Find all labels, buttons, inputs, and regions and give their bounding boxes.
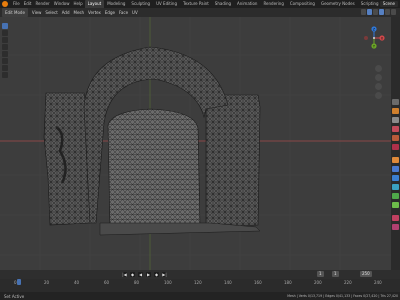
- camera-view-icon[interactable]: [375, 83, 382, 90]
- tab-geometry-nodes[interactable]: Geometry Nodes: [318, 0, 358, 8]
- constraint-properties-icon[interactable]: [392, 193, 399, 199]
- tab-uv-editing[interactable]: UV Editing: [153, 0, 180, 8]
- output-properties-icon[interactable]: [392, 117, 399, 123]
- physics-properties-icon[interactable]: [392, 184, 399, 190]
- tab-texture-paint[interactable]: Texture Paint: [180, 0, 212, 8]
- cursor-tool-icon[interactable]: [2, 30, 8, 36]
- scene-selector[interactable]: Scene: [379, 1, 398, 7]
- menu-window[interactable]: Window: [52, 0, 72, 8]
- menu-select[interactable]: Select: [43, 8, 59, 17]
- texture-properties-icon[interactable]: [392, 224, 399, 230]
- end-frame-field[interactable]: 250: [360, 271, 372, 277]
- mode-selector[interactable]: Edit Mode: [2, 8, 28, 17]
- playhead[interactable]: [17, 279, 21, 285]
- status-bar: Set Active Mesh | Verts 0/13,719 | Edges…: [0, 292, 400, 300]
- menu-file[interactable]: File: [11, 0, 22, 8]
- data-properties-icon[interactable]: [392, 202, 399, 208]
- menu-uv[interactable]: UV: [130, 8, 140, 17]
- timeline-ruler[interactable]: 0 20 40 60 80 100 120 140 160 180 200 220 240: [0, 279, 400, 292]
- timeline-panel: |◀ ◆ ◀ ▶ ◆ ▶| 1 1 250 0 20 40 60 80 100 120 140…: [0, 270, 400, 292]
- pan-hand-icon[interactable]: [375, 74, 382, 81]
- ruler-tick-label: 140: [224, 280, 232, 285]
- blender-logo-icon[interactable]: [2, 1, 8, 7]
- viewport-grid: [0, 17, 400, 270]
- menu-render[interactable]: Render: [33, 0, 51, 8]
- scale-tool-icon[interactable]: [2, 51, 8, 57]
- view-navigation: [375, 65, 382, 99]
- ruler-tick-label: 220: [344, 280, 352, 285]
- menu-help[interactable]: Help: [71, 0, 84, 8]
- play-icon[interactable]: ▶: [146, 272, 151, 277]
- tab-sculpting[interactable]: Sculpting: [128, 0, 153, 8]
- tab-shading[interactable]: Shading: [212, 0, 234, 8]
- menu-mesh[interactable]: Mesh: [72, 8, 87, 17]
- status-hint: Set Active: [4, 293, 25, 299]
- arch-mesh[interactable]: [43, 46, 261, 236]
- properties-tab-column: [391, 17, 400, 270]
- solid-shading-icon[interactable]: [379, 9, 384, 15]
- tool-properties-icon[interactable]: [392, 99, 399, 105]
- play-reverse-icon[interactable]: ◀: [138, 272, 143, 277]
- material-shading-icon[interactable]: [385, 9, 390, 15]
- ruler-tick-label: 240: [374, 280, 382, 285]
- measure-tool-icon[interactable]: [2, 72, 8, 78]
- modifier-properties-icon[interactable]: [392, 166, 399, 172]
- menu-edit[interactable]: Edit: [22, 0, 34, 8]
- playback-controls: |◀ ◆ ◀ ▶ ◆ ▶| 1 1 250: [0, 270, 400, 279]
- material-properties-icon[interactable]: [392, 215, 399, 221]
- navigation-gizmo[interactable]: X Z Y: [362, 26, 386, 50]
- current-frame-field[interactable]: 1: [317, 271, 324, 277]
- menu-add[interactable]: Add: [60, 8, 72, 17]
- menu-edge[interactable]: Edge: [103, 8, 117, 17]
- next-keyframe-icon[interactable]: ◆: [154, 272, 159, 277]
- wireframe-shading-icon[interactable]: [373, 9, 378, 15]
- jump-start-icon[interactable]: |◀: [122, 272, 127, 277]
- ruler-tick-label: 20: [44, 280, 50, 285]
- menu-view[interactable]: View: [30, 8, 44, 17]
- ruler-tick-label: 80: [134, 280, 140, 285]
- ruler-tick-label: 40: [74, 280, 80, 285]
- ruler-tick-label: 100: [164, 280, 172, 285]
- ruler-tick-label: 180: [284, 280, 292, 285]
- tab-modeling[interactable]: Modeling: [104, 0, 128, 8]
- rotate-tool-icon[interactable]: [2, 44, 8, 50]
- viewport-shading-controls: [361, 9, 396, 15]
- ruler-tick-label: 120: [194, 280, 202, 285]
- ruler-tick-label: 200: [314, 280, 322, 285]
- zoom-icon[interactable]: [375, 65, 382, 72]
- view-layer-properties-icon[interactable]: [392, 126, 399, 132]
- tool-shelf: [2, 23, 8, 78]
- jump-end-icon[interactable]: ▶|: [162, 272, 167, 277]
- xray-icon[interactable]: [367, 9, 372, 15]
- rendered-shading-icon[interactable]: [391, 9, 396, 15]
- tab-rendering[interactable]: Rendering: [260, 0, 286, 8]
- transform-tool-icon[interactable]: [2, 58, 8, 64]
- viewport-header: Edit Mode View Select Add Mesh Vertex Ed…: [0, 8, 400, 17]
- particle-properties-icon[interactable]: [392, 175, 399, 181]
- menu-face[interactable]: Face: [117, 8, 130, 17]
- ruler-tick-label: 60: [104, 280, 110, 285]
- ruler-tick-label: 160: [254, 280, 262, 285]
- object-properties-icon[interactable]: [392, 157, 399, 163]
- top-menu-bar: File Edit Render Window Help Layout Mode…: [0, 0, 400, 8]
- annotate-tool-icon[interactable]: [2, 65, 8, 71]
- overlay-icon[interactable]: [361, 9, 366, 15]
- tab-scripting[interactable]: Scripting: [358, 0, 382, 8]
- tab-compositing[interactable]: Compositing: [287, 0, 318, 8]
- prev-keyframe-icon[interactable]: ◆: [130, 272, 135, 277]
- 3d-viewport[interactable]: X Z Y: [0, 17, 400, 270]
- select-tool-icon[interactable]: [2, 23, 8, 29]
- start-frame-field[interactable]: 1: [332, 271, 339, 277]
- move-tool-icon[interactable]: [2, 37, 8, 43]
- world-properties-icon[interactable]: [392, 144, 399, 150]
- tab-layout[interactable]: Layout: [84, 0, 105, 8]
- menu-vertex[interactable]: Vertex: [86, 8, 103, 17]
- render-properties-icon[interactable]: [392, 108, 399, 114]
- perspective-toggle-icon[interactable]: [375, 92, 382, 99]
- scene-properties-icon[interactable]: [392, 135, 399, 141]
- tab-animation[interactable]: Animation: [234, 0, 260, 8]
- scene-statistics: Mesh | Verts 0/13,719 | Edges 0/41,133 |…: [287, 294, 398, 298]
